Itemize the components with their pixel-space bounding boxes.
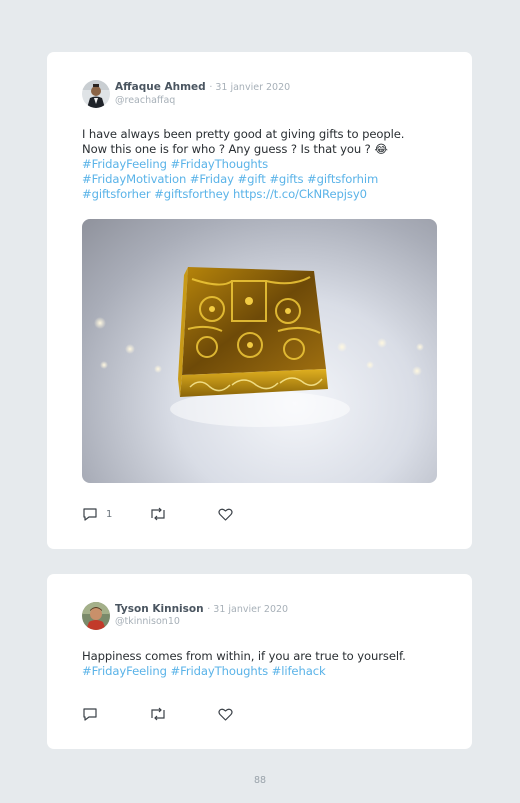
- tweet-date: · 31 janvier 2020: [207, 604, 289, 615]
- hashtag-line[interactable]: #FridayFeeling #FridayThoughts #lifehack: [82, 664, 442, 679]
- tweet-card: Affaque Ahmed · 31 janvier 2020 @reachaf…: [47, 52, 472, 549]
- page-number: 88: [253, 775, 267, 786]
- tweet-text-line: I have always been pretty good at giving…: [82, 127, 405, 141]
- tweet-card: Tyson Kinnison · 31 janvier 2020 @tkinni…: [47, 574, 472, 749]
- retweet-button[interactable]: [149, 706, 167, 722]
- hashtag-line[interactable]: #FridayMotivation #Friday #gift #gifts #…: [82, 172, 442, 187]
- tweet-text-line: Happiness comes from within, if you are …: [82, 649, 406, 663]
- like-icon: [218, 508, 233, 521]
- tweet-text: Happiness comes from within, if you are …: [82, 649, 442, 679]
- author-name-text[interactable]: Tyson Kinnison: [115, 603, 204, 615]
- reply-icon: [82, 507, 98, 521]
- author-handle[interactable]: @reachaffaq: [115, 95, 175, 106]
- avatar[interactable]: [82, 80, 110, 108]
- reply-button[interactable]: [82, 706, 106, 722]
- like-button[interactable]: [218, 506, 241, 522]
- author-name: Tyson Kinnison · 31 janvier 2020: [115, 603, 288, 615]
- tweet-actions: 1: [82, 506, 282, 522]
- reply-icon: [82, 707, 98, 721]
- tweet-actions: [82, 706, 282, 722]
- avatar[interactable]: [82, 602, 110, 630]
- author-handle[interactable]: @tkinnison10: [115, 616, 180, 627]
- like-icon: [218, 708, 233, 721]
- author-name-text[interactable]: Affaque Ahmed: [115, 81, 206, 93]
- like-button[interactable]: [218, 706, 233, 722]
- retweet-icon: [149, 507, 167, 521]
- tweet-date: · 31 janvier 2020: [209, 82, 291, 93]
- author-name: Affaque Ahmed · 31 janvier 2020: [115, 81, 290, 93]
- tweet-text-line: Now this one is for who ? Any guess ? Is…: [82, 142, 442, 157]
- hashtag-line[interactable]: #FridayFeeling #FridayThoughts: [82, 157, 442, 172]
- reply-button[interactable]: 1: [82, 506, 112, 522]
- laughing-emoji: 😂: [374, 142, 388, 156]
- reply-count: 1: [106, 508, 113, 520]
- hashtag-line[interactable]: #giftsforher #giftsforthey https://t.co/…: [82, 187, 442, 202]
- tweet-photo[interactable]: [82, 219, 437, 483]
- retweet-icon: [149, 707, 167, 721]
- tweet-text: I have always been pretty good at giving…: [82, 127, 442, 202]
- tweet-text-segment: Now this one is for who ? Any guess ? Is…: [82, 142, 375, 156]
- retweet-button[interactable]: [149, 506, 167, 522]
